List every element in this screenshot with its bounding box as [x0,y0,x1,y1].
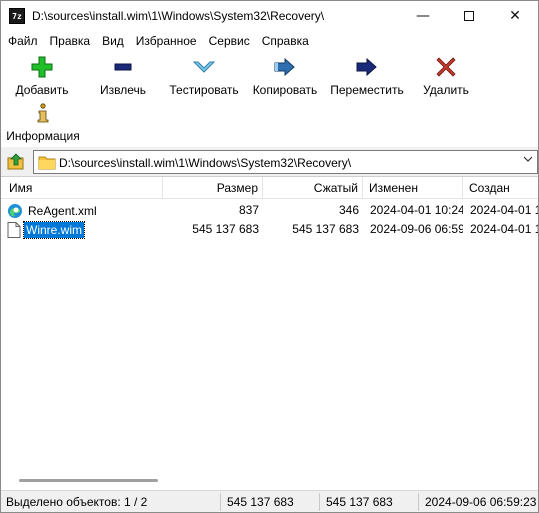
move-button-label: Переместить [330,83,404,97]
file-size: 837 [238,203,259,217]
info-button[interactable]: Информация [5,97,81,143]
file-size: 545 137 683 [192,222,259,236]
file-name: Winre.wim [23,220,85,239]
minus-icon [111,55,135,78]
close-icon: ✕ [509,8,521,24]
column-packed[interactable]: Сжатый [263,177,363,199]
menu-file[interactable]: Файл [1,34,44,48]
copy-button-label: Копировать [252,83,318,97]
menu-edit[interactable]: Правка [44,34,97,48]
maximize-icon [464,11,474,21]
close-button[interactable]: ✕ [492,1,538,31]
menu-bar: Файл Правка Вид Избранное Сервис Справка [1,31,538,51]
file-name: ReAgent.xml [28,203,97,218]
delete-button-label: Удалить [423,83,469,97]
7zip-app-icon[interactable]: 7z [9,8,25,24]
file-packed-size: 346 [338,203,359,217]
up-folder-button[interactable] [5,151,27,172]
delete-x-icon [434,55,458,78]
extract-button[interactable]: Извлечь [96,51,150,97]
edge-xml-icon [8,203,22,218]
move-arrow-icon [355,55,379,78]
folder-icon [38,156,56,170]
file-created: 2024-04-01 1 [470,222,538,236]
test-button-label: Тестировать [169,83,239,97]
menu-tools[interactable]: Сервис [203,34,256,48]
file-created: 2024-04-01 1 [470,203,538,217]
maximize-button[interactable] [446,1,492,31]
status-bar: Выделено объектов: 1 / 2 545 137 683 545… [1,490,538,512]
checkmark-icon [192,55,216,78]
test-button[interactable]: Тестировать [166,51,242,97]
status-modified: 2024-09-06 06:59:23 [425,495,537,509]
column-created[interactable]: Создан [463,177,538,199]
file-packed-size: 545 137 683 [292,222,359,236]
status-selected-count: Выделено объектов: 1 / 2 [3,493,221,511]
toolbar: Добавить Извлечь Тестировать Копировать … [1,51,538,147]
address-field[interactable]: D:\sources\install.wim\1\Windows\System3… [33,150,538,174]
file-list[interactable]: Имя Размер Сжатый Изменен Создан ReAgent… [1,176,538,490]
column-modified[interactable]: Изменен [363,177,463,199]
menu-help[interactable]: Справка [256,34,315,48]
table-row[interactable]: Winre.wim 545 137 683 545 137 683 2024-0… [1,220,538,239]
add-button-label: Добавить [15,83,69,97]
window-title: D:\sources\install.wim\1\Windows\System3… [32,9,325,23]
table-row[interactable]: ReAgent.xml 837 346 2024-04-01 10:24 202… [1,201,538,220]
chevron-down-icon[interactable] [523,155,533,166]
extract-button-label: Извлечь [99,83,146,97]
add-button[interactable]: Добавить [13,51,71,97]
menu-favorites[interactable]: Избранное [130,34,203,48]
app-window: 7z D:\sources\install.wim\1\Windows\Syst… [0,0,539,513]
plus-icon [30,55,54,78]
list-header: Имя Размер Сжатый Изменен Создан [1,177,538,199]
column-name[interactable]: Имя [1,177,163,199]
address-bar: D:\sources\install.wim\1\Windows\System3… [1,148,538,175]
minimize-icon: — [416,8,430,24]
move-button[interactable]: Переместить [327,51,407,97]
status-packed: 545 137 683 [323,493,419,511]
status-size: 545 137 683 [224,493,320,511]
info-icon [31,101,55,124]
file-modified: 2024-09-06 06:59 [370,222,463,236]
info-button-label: Информация [6,129,80,143]
column-size[interactable]: Размер [163,177,263,199]
delete-button[interactable]: Удалить [421,51,471,97]
menu-view[interactable]: Вид [96,34,130,48]
title-bar: 7z D:\sources\install.wim\1\Windows\Syst… [1,1,538,31]
copy-arrow-icon [273,55,297,78]
up-folder-icon [7,152,24,169]
file-icon [7,221,21,238]
copy-button[interactable]: Копировать [249,51,321,97]
file-modified: 2024-04-01 10:24 [370,203,463,217]
minimize-button[interactable]: — [400,1,446,31]
horizontal-scrollbar[interactable] [19,479,158,482]
address-path: D:\sources\install.wim\1\Windows\System3… [59,156,352,170]
